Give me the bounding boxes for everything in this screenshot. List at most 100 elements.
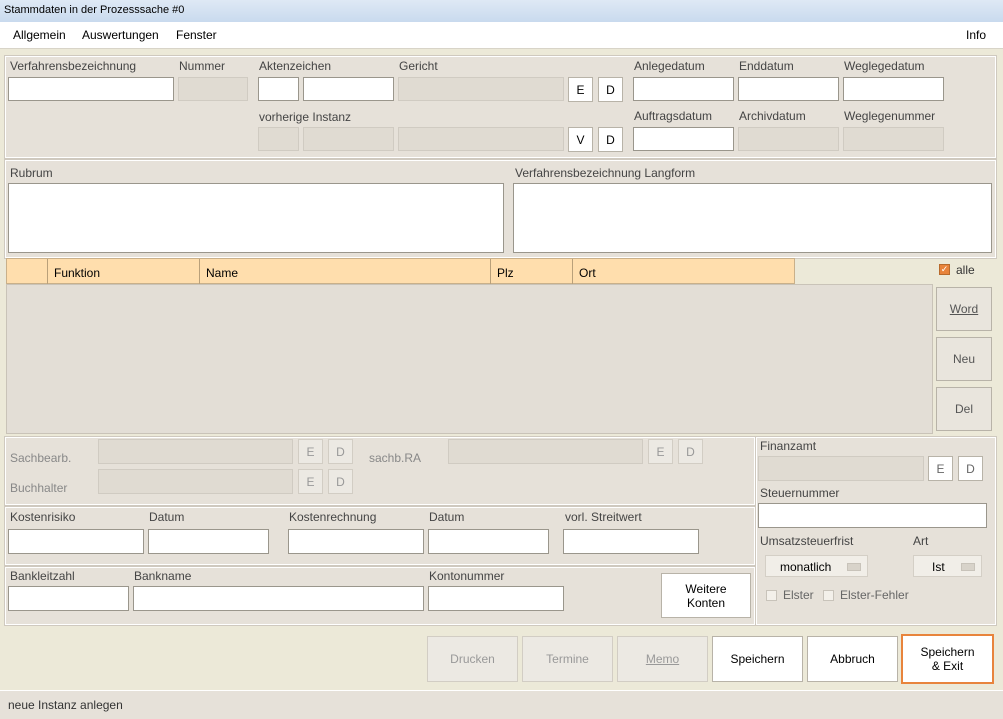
- kostenrechnung-datum-input[interactable]: [428, 529, 549, 554]
- gericht-d-button[interactable]: D: [598, 77, 623, 102]
- streitwert-input[interactable]: [563, 529, 699, 554]
- label-elster-fehler: Elster-Fehler: [840, 588, 909, 602]
- label-rubrum: Rubrum: [10, 166, 53, 180]
- label-umsatzsteuerfrist: Umsatzsteuerfrist: [760, 534, 854, 548]
- anlegedatum-input[interactable]: [633, 77, 734, 101]
- instanz-v-button[interactable]: V: [568, 127, 593, 152]
- termine-button[interactable]: Termine: [522, 636, 613, 682]
- weglegedatum-input[interactable]: [843, 77, 944, 101]
- sachb-ra-input: [448, 439, 643, 464]
- langform-textarea[interactable]: [513, 183, 992, 253]
- label-art: Art: [913, 534, 929, 548]
- sachbearb-d-button[interactable]: D: [328, 439, 353, 464]
- steuernummer-input[interactable]: [758, 503, 987, 528]
- menu-fenster[interactable]: Fenster: [176, 28, 217, 42]
- menu-info[interactable]: Info: [966, 28, 986, 42]
- menu-allgemein[interactable]: Allgemein: [13, 28, 66, 42]
- archivdatum-input: [738, 127, 839, 151]
- label-weglegenummer: Weglegenummer: [844, 109, 936, 123]
- elster-fehler-checkbox[interactable]: [823, 590, 834, 601]
- menu-auswertungen[interactable]: Auswertungen: [82, 28, 159, 42]
- col-header-ort[interactable]: Ort: [573, 259, 795, 285]
- gericht-e-button[interactable]: E: [568, 77, 593, 102]
- weitere-konten-line-2: Konten: [686, 595, 726, 610]
- bankleitzahl-input[interactable]: [8, 586, 129, 611]
- status-bar: neue Instanz anlegen: [0, 690, 1003, 719]
- sachbearb-e-button[interactable]: E: [298, 439, 323, 464]
- sachb-ra-e-button[interactable]: E: [648, 439, 673, 464]
- kostenrechnung-input[interactable]: [288, 529, 424, 554]
- drucken-button[interactable]: Drucken: [427, 636, 518, 682]
- aktenzeichen-prefix-input[interactable]: [258, 77, 299, 101]
- label-bankleitzahl: Bankleitzahl: [10, 569, 75, 583]
- menu-bar: Allgemein Auswertungen Fenster Info: [0, 22, 1003, 49]
- label-datum-1: Datum: [149, 510, 185, 524]
- label-alle: alle: [956, 263, 975, 277]
- nummer-input: [178, 77, 248, 101]
- buchhalter-e-button[interactable]: E: [298, 469, 323, 494]
- col-header-name[interactable]: Name: [200, 259, 491, 285]
- enddatum-input[interactable]: [738, 77, 839, 101]
- alle-checkbox[interactable]: ✓: [939, 264, 950, 275]
- label-finanzamt: Finanzamt: [760, 439, 817, 453]
- col-header-plz[interactable]: Plz: [491, 259, 573, 285]
- label-weglegedatum: Weglegedatum: [844, 59, 925, 73]
- buchhalter-input: [98, 469, 293, 494]
- chevron-down-icon: [961, 563, 975, 571]
- elster-checkbox[interactable]: [766, 590, 777, 601]
- table-header: Funktion Name Plz Ort: [6, 258, 795, 285]
- neu-button[interactable]: Neu: [936, 337, 992, 381]
- finanzamt-d-button[interactable]: D: [958, 456, 983, 481]
- window-title: Stammdaten in der Prozesssache #0: [4, 4, 185, 16]
- buchhalter-d-button[interactable]: D: [328, 469, 353, 494]
- col-header-funktion[interactable]: Funktion: [48, 259, 200, 285]
- del-button[interactable]: Del: [936, 387, 992, 431]
- kostenrisiko-input[interactable]: [8, 529, 144, 554]
- memo-button[interactable]: Memo: [617, 636, 708, 682]
- label-kostenrisiko: Kostenrisiko: [10, 510, 76, 524]
- vorherige-gericht-input: [398, 127, 564, 151]
- aktenzeichen-input[interactable]: [303, 77, 394, 101]
- table-body[interactable]: [6, 284, 933, 434]
- label-kostenrechnung: Kostenrechnung: [289, 510, 377, 524]
- label-sachbearb: Sachbearb.: [10, 451, 72, 465]
- bankname-input[interactable]: [133, 586, 424, 611]
- abbruch-button[interactable]: Abbruch: [807, 636, 898, 682]
- speichern-exit-line-1: Speichern: [920, 645, 975, 659]
- label-vorherige-instanz: vorherige Instanz: [259, 110, 352, 124]
- vorherige-instanz-input: [303, 127, 394, 151]
- art-select[interactable]: Ist: [913, 555, 982, 577]
- label-verfahrensbezeichnung: Verfahrensbezeichnung: [10, 59, 137, 73]
- status-text: neue Instanz anlegen: [8, 698, 123, 712]
- label-langform: Verfahrensbezeichnung Langform: [515, 166, 696, 180]
- rubrum-textarea[interactable]: [8, 183, 504, 253]
- speichern-button[interactable]: Speichern: [712, 636, 803, 682]
- sachb-ra-d-button[interactable]: D: [678, 439, 703, 464]
- label-anlegedatum: Anlegedatum: [634, 59, 705, 73]
- sachbearb-input: [98, 439, 293, 464]
- label-kontonummer: Kontonummer: [429, 569, 505, 583]
- instanz-d-button[interactable]: D: [598, 127, 623, 152]
- kontonummer-input[interactable]: [428, 586, 564, 611]
- label-gericht: Gericht: [399, 59, 438, 73]
- verfahrensbezeichnung-input[interactable]: [8, 77, 174, 101]
- label-bankname: Bankname: [134, 569, 192, 583]
- kostenrisiko-datum-input[interactable]: [148, 529, 269, 554]
- label-nummer: Nummer: [179, 59, 226, 73]
- label-archivdatum: Archivdatum: [739, 109, 806, 123]
- speichern-exit-button[interactable]: Speichern & Exit: [901, 634, 994, 684]
- col-header-select: [7, 259, 48, 285]
- label-enddatum: Enddatum: [739, 59, 794, 73]
- label-aktenzeichen: Aktenzeichen: [259, 59, 332, 73]
- art-value: Ist: [932, 560, 945, 574]
- weitere-konten-line-1: Weitere: [685, 581, 727, 596]
- auftragsdatum-input[interactable]: [633, 127, 734, 151]
- label-steuernummer: Steuernummer: [760, 486, 840, 500]
- vorherige-instanz-prefix-input: [258, 127, 299, 151]
- finanzamt-e-button[interactable]: E: [928, 456, 953, 481]
- word-button[interactable]: Word: [936, 287, 992, 331]
- label-buchhalter: Buchhalter: [10, 481, 68, 495]
- gericht-input: [398, 77, 564, 101]
- weitere-konten-button[interactable]: Weitere Konten: [661, 573, 751, 618]
- umsatzsteuerfrist-select[interactable]: monatlich: [765, 555, 868, 577]
